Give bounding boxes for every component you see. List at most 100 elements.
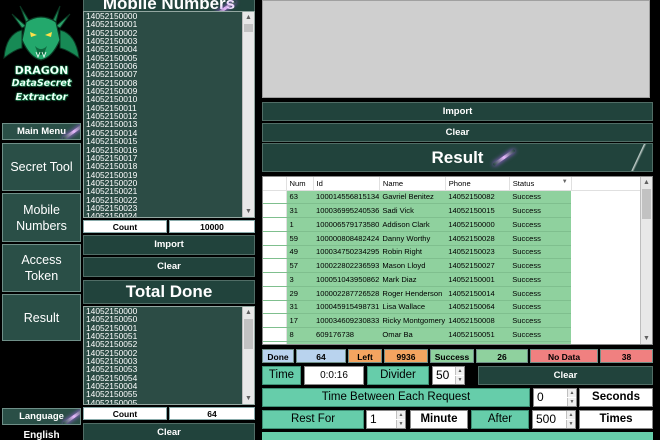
row-header[interactable] <box>263 272 287 287</box>
table-row[interactable]: 57 100022802236593 Mason Lloyd 14052150027 S… <box>263 258 646 273</box>
table-cell: Success <box>509 231 572 246</box>
table-cell: 14052150023 <box>445 245 510 260</box>
table-cell: Gavriel Benitez <box>379 190 446 205</box>
filter-dropdown-icon[interactable]: ▼ <box>562 179 568 185</box>
row-header[interactable] <box>263 203 287 218</box>
decrement-icon[interactable]: ▼ <box>455 376 464 384</box>
table-row[interactable]: 1 100006579173580 Addison Clark 14052150000… <box>263 217 646 232</box>
time-between-stepper[interactable]: 0 ▲ ▼ <box>533 388 577 407</box>
menu-label-line2: Numbers <box>16 218 67 233</box>
minute-label: Minute <box>410 410 468 429</box>
table-cell: 100034750234295 <box>313 245 380 260</box>
scroll-down-icon[interactable]: ▼ <box>243 393 254 404</box>
increment-icon[interactable]: ▲ <box>566 411 575 419</box>
rest-for-stepper[interactable]: 1 ▲ ▼ <box>366 410 406 429</box>
table-cell: Sadi Vick <box>379 203 446 218</box>
list-item[interactable]: 14052150005 <box>86 398 241 404</box>
clear-button[interactable]: Clear <box>262 123 653 142</box>
row-header[interactable] <box>263 245 287 260</box>
table-cell: Success <box>509 327 572 342</box>
row-header[interactable] <box>263 341 287 344</box>
scroll-up-icon[interactable]: ▲ <box>243 12 254 23</box>
menu-button-result[interactable]: Result <box>2 294 81 341</box>
increment-icon[interactable]: ▲ <box>396 411 405 419</box>
rest-for-value: 1 <box>370 412 377 426</box>
table-cell-blank <box>571 203 646 218</box>
bottom-strip <box>262 432 653 440</box>
language-select[interactable]: English <box>2 430 81 440</box>
row-header[interactable] <box>263 300 287 315</box>
scroll-down-icon[interactable]: ▼ <box>641 333 652 344</box>
row-header[interactable] <box>263 327 287 342</box>
table-row[interactable]: 29 100002287726528 Roger Henderson 14052150… <box>263 286 646 301</box>
table-row[interactable]: 8 609176738 Omar Ba 14052150051 Success <box>263 327 646 342</box>
table-cell: 3 <box>286 272 313 287</box>
table-cell <box>379 341 446 344</box>
column-header-id[interactable]: Id <box>313 177 380 191</box>
row-header[interactable] <box>263 190 287 205</box>
table-row[interactable]: 59 100000808482424 Danny Worthy 14052150028… <box>263 231 646 246</box>
column-header-phone[interactable]: Phone <box>445 177 510 191</box>
table-cell: 1 <box>286 217 313 232</box>
decrement-icon[interactable]: ▼ <box>566 420 575 428</box>
column-header-name[interactable]: Name <box>379 177 446 191</box>
mobile-numbers-list[interactable]: 14052150000 14052150001 14052150002 1405215… <box>83 11 255 218</box>
decrement-icon[interactable]: ▼ <box>396 420 405 428</box>
scroll-down-icon[interactable]: ▼ <box>243 206 254 217</box>
table-row[interactable]: 31 100045915498731 Lisa Wallace 14052150064… <box>263 300 646 315</box>
menu-button-secret-tool[interactable]: Secret Tool <box>2 143 81 191</box>
total-done-title-label: Total Done <box>125 282 213 301</box>
stats-bar: Done 64 Left 9936 Success 26 No Data 38 <box>262 349 653 363</box>
title-fold-decoration <box>624 144 652 171</box>
mobile-numbers-count: Count 10000 <box>83 220 255 233</box>
divider-stepper[interactable]: 50 ▲ ▼ <box>432 366 465 385</box>
scroll-up-icon[interactable]: ▲ <box>243 307 254 318</box>
scroll-thumb[interactable] <box>244 319 253 349</box>
decrement-icon[interactable]: ▼ <box>567 398 576 406</box>
table-row[interactable]: 17 100034609230833 Ricky Montgomery 1405215… <box>263 313 646 328</box>
total-done-scrollbar[interactable]: ▲ ▼ <box>242 307 254 404</box>
table-header-row: Num Id Name Phone Status ▼ <box>263 177 646 191</box>
after-stepper[interactable]: 500 ▲ ▼ <box>532 410 576 429</box>
table-row[interactable] <box>263 341 646 344</box>
table-cell: 31 <box>286 203 313 218</box>
list-item[interactable]: 14052150024 <box>86 212 241 217</box>
results-scrollbar[interactable]: ▲ ▼ <box>640 177 652 344</box>
left-value: 9936 <box>384 349 428 363</box>
table-cell: 14052150064 <box>445 300 510 315</box>
scroll-thumb[interactable] <box>244 24 253 32</box>
clear-numbers-button[interactable]: Clear <box>83 257 255 277</box>
clear-stats-button[interactable]: Clear <box>478 366 653 385</box>
menu-button-access-token[interactable]: Access Token <box>2 244 81 292</box>
count-value: 64 <box>169 407 255 420</box>
row-header[interactable] <box>263 217 287 232</box>
mobile-numbers-scrollbar[interactable]: ▲ ▼ <box>242 12 254 217</box>
row-header[interactable] <box>263 286 287 301</box>
total-done-list[interactable]: 14052150000 14052150050 14052150001 1405215… <box>83 306 255 405</box>
success-value: 26 <box>476 349 528 363</box>
table-cell: 14052150001 <box>445 272 510 287</box>
scroll-up-icon[interactable]: ▲ <box>641 177 652 188</box>
row-header[interactable] <box>263 313 287 328</box>
table-row[interactable]: 49 100034750234295 Robin Right 14052150023 S… <box>263 245 646 260</box>
menu-button-mobile-numbers[interactable]: Mobile Numbers <box>2 193 81 242</box>
table-row[interactable]: 3 100051043950862 Mark Diaz 14052150001 Succ… <box>263 272 646 287</box>
column-header-status[interactable]: Status ▼ <box>509 177 572 191</box>
table-cell: 17 <box>286 313 313 328</box>
row-header[interactable] <box>263 231 287 246</box>
left-label: Left <box>348 349 382 363</box>
import-numbers-button[interactable]: Import <box>83 235 255 255</box>
row-header[interactable] <box>263 258 287 273</box>
table-row[interactable]: 63 100014556815134 Gavriel Benitez 14052150… <box>263 190 646 205</box>
results-table[interactable]: Num Id Name Phone Status ▼ 63 100014556815… <box>262 176 653 345</box>
table-row[interactable]: 31 100036995240536 Sadi Vick 14052150015 Suc… <box>263 203 646 218</box>
increment-icon[interactable]: ▲ <box>567 389 576 397</box>
time-between-value: 0 <box>537 390 544 404</box>
clear-done-button[interactable]: Clear <box>83 423 255 440</box>
language-label: Language <box>19 411 64 422</box>
count-label: Count <box>83 407 167 420</box>
import-button[interactable]: Import <box>262 102 653 121</box>
column-header-num[interactable]: Num <box>286 177 314 191</box>
scroll-thumb[interactable] <box>642 189 651 219</box>
increment-icon[interactable]: ▲ <box>455 367 464 375</box>
